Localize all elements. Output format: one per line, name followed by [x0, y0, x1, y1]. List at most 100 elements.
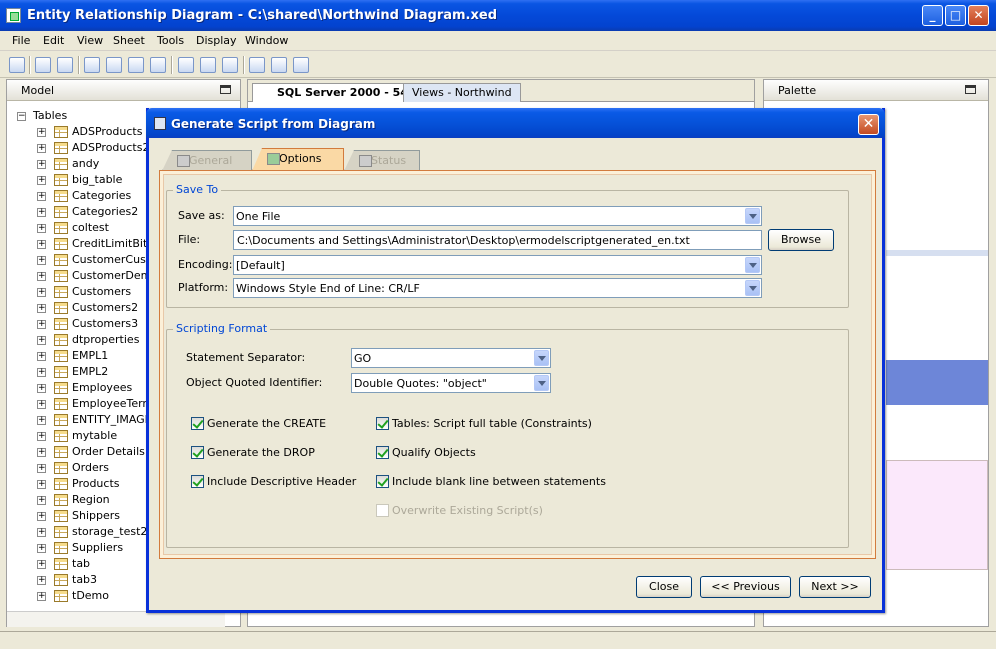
close-button[interactable]: ✕ — [968, 5, 989, 26]
overview-thumbnail[interactable] — [886, 460, 988, 570]
scripting-format-legend: Scripting Format — [173, 322, 271, 335]
collapse-icon[interactable]: − — [17, 112, 26, 121]
expand-icon[interactable]: + — [37, 336, 46, 345]
layout-icon[interactable] — [271, 57, 287, 73]
expand-icon[interactable]: + — [37, 544, 46, 553]
expand-icon[interactable]: + — [37, 560, 46, 569]
expand-icon[interactable]: + — [37, 256, 46, 265]
expand-icon[interactable]: + — [37, 480, 46, 489]
page-setup-icon[interactable] — [57, 57, 73, 73]
file-path-input[interactable]: C:\Documents and Settings\Administrator\… — [233, 230, 762, 250]
relation-icon[interactable] — [293, 57, 309, 73]
next-button[interactable]: Next >> — [799, 576, 871, 598]
view-icon[interactable] — [200, 57, 216, 73]
expand-icon[interactable]: + — [37, 576, 46, 585]
menu-file[interactable]: File — [12, 34, 30, 47]
expand-icon[interactable]: + — [37, 592, 46, 601]
dialog-close-action-button[interactable]: Close — [636, 576, 692, 598]
chevron-down-icon[interactable] — [534, 375, 549, 391]
tab-options[interactable]: Options — [252, 148, 344, 171]
tab-views-northwind[interactable]: Views - Northwind — [403, 83, 521, 102]
expand-icon[interactable]: + — [37, 448, 46, 457]
expand-icon[interactable]: + — [37, 352, 46, 361]
restore-icon[interactable] — [220, 85, 231, 94]
tab-general[interactable]: General — [162, 150, 252, 171]
expand-icon[interactable]: + — [37, 144, 46, 153]
zoom-fit-icon[interactable] — [150, 57, 166, 73]
expand-icon[interactable]: + — [37, 288, 46, 297]
expand-icon[interactable]: + — [37, 272, 46, 281]
checkbox-box[interactable] — [376, 504, 389, 517]
toolbar — [0, 52, 996, 78]
chevron-down-icon[interactable] — [745, 280, 760, 296]
expand-icon[interactable]: + — [37, 304, 46, 313]
platform-select[interactable]: Windows Style End of Line: CR/LF — [233, 278, 762, 298]
expand-icon[interactable]: + — [37, 176, 46, 185]
menu-view[interactable]: View — [77, 34, 103, 47]
tree-item-label: CustomerCusto — [72, 253, 157, 266]
expand-icon[interactable]: + — [37, 368, 46, 377]
file-label: File: — [178, 233, 201, 246]
expand-icon[interactable]: + — [37, 160, 46, 169]
restore-icon[interactable] — [965, 85, 976, 94]
save-icon[interactable] — [9, 57, 25, 73]
checkbox-box[interactable] — [376, 475, 389, 488]
chevron-down-icon[interactable] — [534, 350, 549, 366]
checkbox-box[interactable] — [376, 446, 389, 459]
menu-tools[interactable]: Tools — [157, 34, 184, 47]
tree-item-label: mytable — [72, 429, 118, 442]
table-icon — [54, 270, 68, 282]
expand-icon[interactable]: + — [37, 240, 46, 249]
zoom-in-icon[interactable] — [106, 57, 122, 73]
dialog-close-button[interactable]: ✕ — [858, 114, 879, 135]
checkbox-box[interactable] — [191, 475, 204, 488]
expand-icon[interactable]: + — [37, 192, 46, 201]
encoding-select[interactable]: [Default] — [233, 255, 762, 275]
table-icon — [54, 398, 68, 410]
expand-icon[interactable]: + — [37, 416, 46, 425]
menu-edit[interactable]: Edit — [43, 34, 64, 47]
note-icon[interactable] — [249, 57, 265, 73]
line-icon[interactable] — [222, 57, 238, 73]
expand-icon[interactable]: + — [37, 320, 46, 329]
checkbox-box[interactable] — [191, 417, 204, 430]
menu-window[interactable]: Window — [245, 34, 288, 47]
save-as-select[interactable]: One File — [233, 206, 762, 226]
expand-icon[interactable]: + — [37, 496, 46, 505]
table-icon — [54, 206, 68, 218]
tab-sql-server[interactable]: SQL Server 2000 - 54 — [252, 83, 417, 102]
expand-icon[interactable]: + — [37, 432, 46, 441]
horizontal-scrollbar[interactable] — [7, 611, 225, 627]
expand-icon[interactable]: + — [37, 400, 46, 409]
table-icon — [54, 414, 68, 426]
tab-status[interactable]: Status — [344, 150, 420, 171]
browse-button[interactable]: Browse — [768, 229, 834, 251]
tab-status-label: Status — [371, 154, 407, 167]
chevron-down-icon[interactable] — [745, 257, 760, 273]
chevron-down-icon[interactable] — [745, 208, 760, 224]
expand-icon[interactable]: + — [37, 528, 46, 537]
table-icon — [54, 494, 68, 506]
tree-item-label: coltest — [72, 221, 109, 234]
entity-icon[interactable] — [178, 57, 194, 73]
expand-icon[interactable]: + — [37, 128, 46, 137]
maximize-button[interactable]: □ — [945, 5, 966, 26]
previous-button[interactable]: << Previous — [700, 576, 791, 598]
quoted-identifier-select[interactable]: Double Quotes: "object" — [351, 373, 551, 393]
print-icon[interactable] — [35, 57, 51, 73]
minimize-button[interactable]: _ — [922, 5, 943, 26]
expand-icon[interactable]: + — [37, 512, 46, 521]
menu-display[interactable]: Display — [196, 34, 237, 47]
zoom-out-icon[interactable] — [128, 57, 144, 73]
expand-icon[interactable]: + — [37, 224, 46, 233]
checkbox-box[interactable] — [376, 417, 389, 430]
menu-sheet[interactable]: Sheet — [113, 34, 145, 47]
zoom-icon[interactable] — [84, 57, 100, 73]
expand-icon[interactable]: + — [37, 384, 46, 393]
palette-section — [886, 250, 988, 256]
expand-icon[interactable]: + — [37, 208, 46, 217]
checkbox-box[interactable] — [191, 446, 204, 459]
expand-icon[interactable]: + — [37, 464, 46, 473]
statement-separator-select[interactable]: GO — [351, 348, 551, 368]
tree-item-label: Customers2 — [72, 301, 139, 314]
